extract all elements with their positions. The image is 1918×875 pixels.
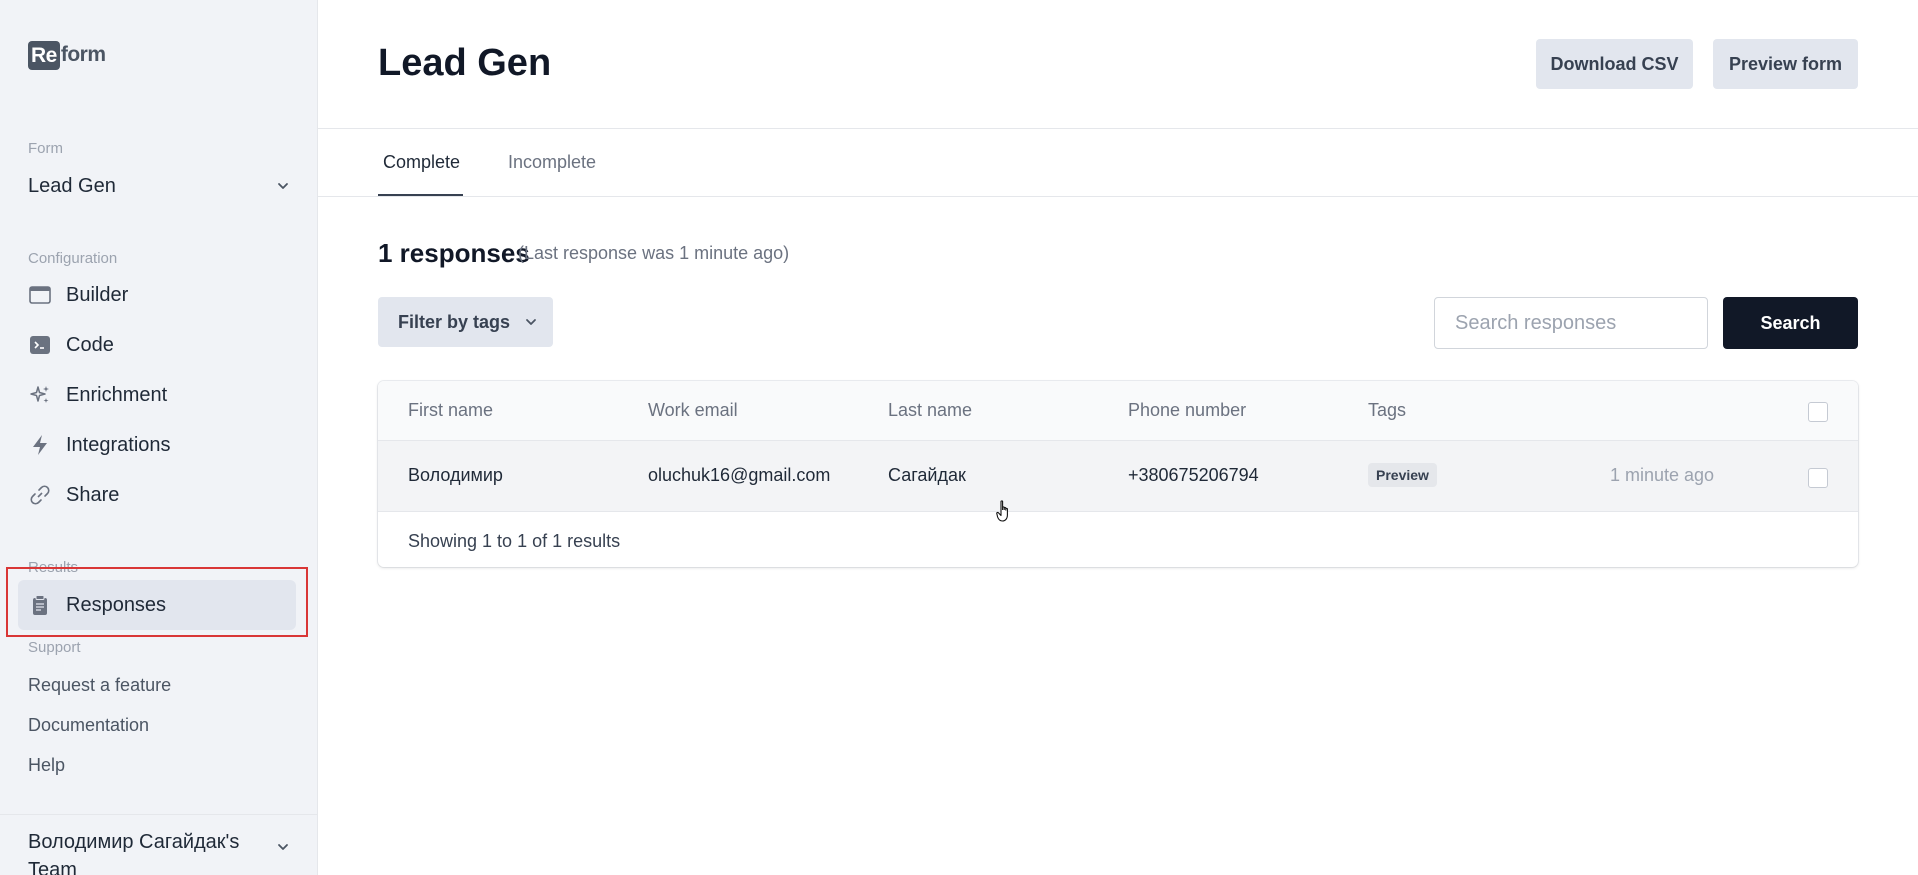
sidebar-item-share[interactable]: Share <box>18 470 296 520</box>
team-divider <box>0 814 318 815</box>
configuration-section-label: Configuration <box>28 250 118 267</box>
sidebar-item-label: Enrichment <box>66 383 168 406</box>
form-selector-value: Lead Gen <box>28 174 116 197</box>
cell-last-name: Сагайдак <box>888 465 966 485</box>
column-header-first-name: First name <box>408 400 494 420</box>
help-link[interactable]: Help <box>28 755 65 776</box>
logo-text: form <box>60 43 106 66</box>
cell-first-name: Володимир <box>408 465 503 485</box>
table-header: First name Work email Last name Phone nu… <box>378 381 1858 441</box>
main-content: Lead Gen Download CSV Preview form Compl… <box>318 0 1918 875</box>
sidebar-item-integrations[interactable]: Integrations <box>18 420 296 470</box>
sidebar-item-label: Responses <box>66 593 167 616</box>
clipboard-icon <box>28 593 52 617</box>
form-selector[interactable]: Lead Gen <box>28 172 290 200</box>
pagination-summary: Showing 1 to 1 of 1 results <box>408 531 621 551</box>
search-input[interactable] <box>1434 297 1708 349</box>
form-section-label: Form <box>28 140 63 157</box>
tabs-divider <box>318 196 1918 197</box>
sidebar-item-label: Share <box>66 483 120 506</box>
sidebar-item-responses[interactable]: Responses <box>18 580 296 630</box>
download-csv-button[interactable]: Download CSV <box>1536 39 1693 89</box>
last-response-info: (Last response was 1 minute ago) <box>518 243 790 263</box>
sidebar: Re form Form Lead Gen Configuration Buil… <box>0 0 318 875</box>
table-row[interactable]: Володимир oluchuk16@gmail.com Сагайдак +… <box>378 441 1858 512</box>
sidebar-item-label: Builder <box>66 283 129 306</box>
column-header-work-email: Work email <box>648 400 738 420</box>
sidebar-item-enrichment[interactable]: Enrichment <box>18 370 296 420</box>
column-header-phone-number: Phone number <box>1128 400 1247 420</box>
sidebar-item-label: Integrations <box>66 433 171 456</box>
chevron-down-icon <box>278 183 288 189</box>
column-header-last-name: Last name <box>888 400 973 420</box>
column-header-tags: Tags <box>1368 400 1407 420</box>
chevron-down-icon <box>278 844 288 850</box>
responses-table: First name Work email Last name Phone nu… <box>378 381 1858 567</box>
active-tab-indicator <box>378 194 463 196</box>
tag-badge[interactable]: Preview <box>1368 463 1437 487</box>
documentation-link[interactable]: Documentation <box>28 715 149 736</box>
sparkles-icon <box>28 383 52 407</box>
cell-phone-number: +380675206794 <box>1128 465 1259 485</box>
page-title: Lead Gen <box>378 42 552 84</box>
sidebar-item-builder[interactable]: Builder <box>18 270 296 320</box>
row-checkbox[interactable] <box>1808 468 1828 488</box>
logo-badge: Re <box>28 40 60 70</box>
search-button[interactable]: Search <box>1723 297 1858 349</box>
link-icon <box>28 483 52 507</box>
team-name: Володимир Сагайдак's Team <box>28 831 240 875</box>
team-selector[interactable]: Володимир Сагайдак's Team <box>28 828 290 875</box>
cell-timestamp: 1 minute ago <box>1610 465 1715 485</box>
chevron-down-icon <box>526 319 536 325</box>
select-all-checkbox[interactable] <box>1808 402 1828 422</box>
sidebar-item-code[interactable]: Code <box>18 320 296 370</box>
sidebar-item-label: Code <box>66 333 114 356</box>
tab-incomplete[interactable]: Incomplete <box>508 152 596 173</box>
lightning-icon <box>28 433 52 457</box>
filter-label: Filter by tags <box>398 311 511 332</box>
reform-logo[interactable]: Re form <box>28 40 106 70</box>
terminal-icon <box>28 333 52 357</box>
support-section-label: Support <box>28 639 81 656</box>
results-section-label: Results <box>28 559 79 576</box>
preview-form-button[interactable]: Preview form <box>1713 39 1858 89</box>
responses-count: 1 responses <box>378 238 530 268</box>
filter-by-tags-button[interactable]: Filter by tags <box>378 297 553 347</box>
header-divider <box>318 128 1918 129</box>
window-icon <box>28 283 52 307</box>
cell-work-email: oluchuk16@gmail.com <box>648 465 831 485</box>
tab-complete[interactable]: Complete <box>383 152 460 173</box>
request-feature-link[interactable]: Request a feature <box>28 675 171 696</box>
